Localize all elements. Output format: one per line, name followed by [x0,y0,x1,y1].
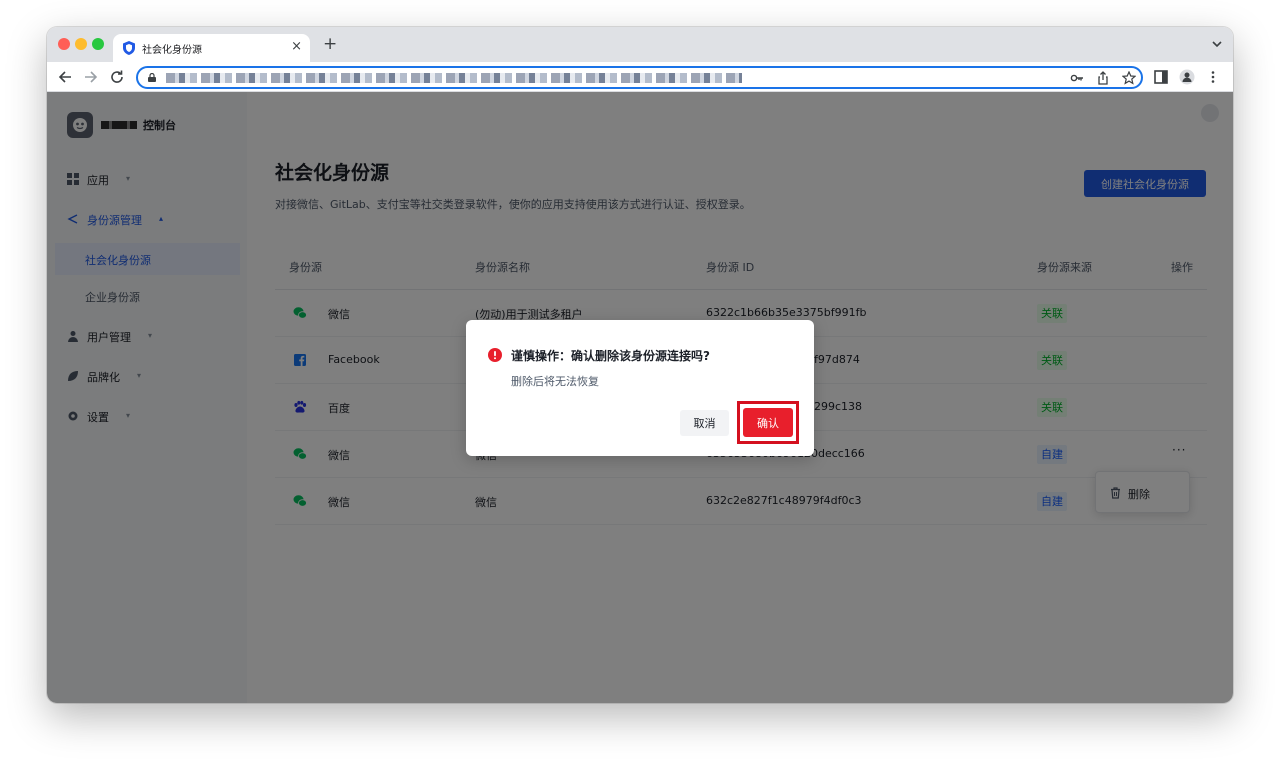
kebab-menu-icon[interactable] [1205,69,1221,85]
warning-icon [488,348,502,362]
browser-toolbar [47,62,1233,92]
confirm-delete-dialog: 谨慎操作：确认删除该身份源连接吗? 删除后将无法恢复 取消 确认 [466,320,814,456]
star-icon[interactable] [1122,71,1136,85]
tab-title: 社会化身份源 [142,45,202,56]
confirm-button[interactable]: 确认 [743,408,793,437]
key-icon[interactable] [1070,71,1084,85]
minimize-window-button[interactable] [75,38,87,50]
share-icon[interactable] [1096,71,1110,85]
address-bar[interactable] [136,66,1143,89]
browser-tab[interactable]: 社会化身份源 × [113,34,310,62]
close-window-button[interactable] [58,38,70,50]
browser-window: 社会化身份源 × + 谨慎操作：确认删除该身份源连接吗? 删除后将无法恢复 取消… [47,27,1233,703]
new-tab-button[interactable]: + [323,35,337,53]
dialog-content: 删除后将无法恢复 [511,375,599,388]
tab-strip: 社会化身份源 × + [47,27,1233,62]
dialog-title: 谨慎操作：确认删除该身份源连接吗? [511,349,710,363]
profile-icon[interactable] [1179,69,1195,85]
maximize-window-button[interactable] [92,38,104,50]
side-panel-icon[interactable] [1153,69,1169,85]
reload-icon[interactable] [108,68,126,86]
shield-icon [123,41,135,55]
chevron-down-icon[interactable] [1211,38,1223,50]
lock-icon [148,73,156,82]
url-text-redacted [166,73,742,83]
forward-icon[interactable] [82,68,100,86]
tab-close-icon[interactable]: × [291,39,302,55]
cancel-button[interactable]: 取消 [680,410,729,436]
back-icon[interactable] [56,68,74,86]
